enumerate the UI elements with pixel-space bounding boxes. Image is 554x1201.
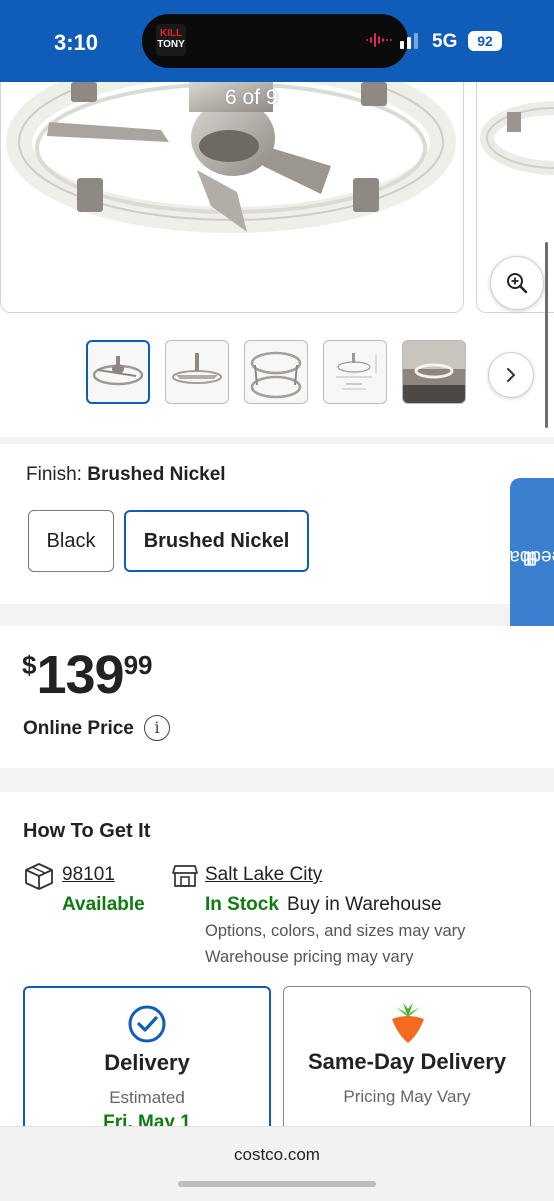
- thumbnail-4[interactable]: [323, 340, 387, 404]
- price-section: $13999 Online Price i: [0, 626, 554, 768]
- battery-icon: 92: [468, 31, 502, 51]
- feedback-tab[interactable]: Feedback: [490, 478, 554, 634]
- cellular-signal-icon: [400, 33, 418, 49]
- fan-thumbnail-image: [250, 351, 302, 399]
- price-cents: 99: [123, 650, 153, 680]
- zoom-button[interactable]: [490, 256, 544, 310]
- finish-selected-value: Brushed Nickel: [87, 464, 226, 485]
- magnifier-plus-icon: [507, 273, 528, 294]
- finish-option-black[interactable]: Black: [28, 510, 114, 572]
- fan-thumbnail-image: [172, 353, 222, 384]
- delivery-card-subtitle: Estimated: [109, 1088, 185, 1107]
- finish-label-prefix: Finish:: [26, 464, 82, 485]
- thumbnail-1[interactable]: [86, 340, 150, 404]
- ceiling-fan-image: [6, 82, 456, 233]
- product-image-main[interactable]: 6 of 9: [0, 82, 464, 313]
- product-gallery: 6 of 9: [0, 82, 554, 437]
- thumbnail-3[interactable]: [244, 340, 308, 404]
- price-value: $13999: [22, 644, 153, 706]
- how-to-get-section: How To Get It 98101 Available Salt Lake …: [0, 792, 554, 1146]
- warehouse-location-link[interactable]: Salt Lake City: [205, 864, 322, 886]
- how-to-get-title: How To Get It: [23, 820, 151, 842]
- now-playing-badge-line-2: TONY: [157, 39, 185, 50]
- price-currency: $: [22, 650, 37, 680]
- audio-waveform-icon: [366, 33, 392, 47]
- chevron-right-icon: [507, 368, 515, 382]
- thumbnail-2[interactable]: [165, 340, 229, 404]
- warehouse-stock-status: In Stock: [205, 894, 279, 915]
- online-availability-status: Available: [62, 894, 145, 915]
- scroll-indicator: [545, 242, 548, 428]
- same-day-card-subtitle: Pricing May Vary: [343, 1087, 471, 1106]
- finish-label: Finish: Brushed Nickel: [26, 464, 226, 486]
- carrot-icon: [392, 1003, 424, 1043]
- now-playing-badge-line-1: KILL: [159, 28, 183, 39]
- warehouse-note-options: Options, colors, and sizes may vary: [205, 922, 466, 940]
- warehouse-stock-note: Buy in Warehouse: [287, 894, 442, 915]
- browser-address-bar[interactable]: costco.com: [0, 1126, 554, 1201]
- checkmark-circle-icon: [128, 1005, 166, 1043]
- home-indicator: [178, 1181, 376, 1187]
- delivery-option-card[interactable]: Delivery Estimated Fri, May 1: [23, 986, 271, 1146]
- thumbnail-strip: [0, 338, 554, 408]
- fan-thumbnail-image: [92, 356, 144, 386]
- feedback-text: Feedback: [490, 546, 554, 567]
- delivery-card-title: Delivery: [104, 1050, 190, 1075]
- finish-option-label: Black: [46, 529, 96, 552]
- finish-option-label: Brushed Nickel: [143, 529, 290, 552]
- network-type: 5G: [432, 31, 458, 52]
- room-photo-thumbnail: [403, 341, 465, 403]
- info-icon[interactable]: i: [144, 715, 170, 741]
- next-thumbnails-button[interactable]: [488, 352, 534, 398]
- warehouse-store-icon: [172, 865, 198, 887]
- delivery-zip-link[interactable]: 98101: [62, 864, 115, 886]
- price-dollars: 139: [36, 645, 124, 705]
- finish-selector: Finish: Brushed Nickel Black Brushed Nic…: [0, 444, 554, 604]
- status-time: 3:10: [54, 30, 99, 55]
- same-day-card-title: Same-Day Delivery: [307, 1049, 507, 1074]
- package-icon: [25, 863, 53, 890]
- image-counter: 6 of 9: [225, 86, 278, 109]
- url-text[interactable]: costco.com: [0, 1145, 554, 1165]
- warehouse-note-pricing: Warehouse pricing may vary: [205, 948, 414, 966]
- dimension-diagram-thumbnail: [336, 353, 377, 390]
- same-day-delivery-card[interactable]: Same-Day Delivery Pricing May Vary: [283, 986, 531, 1146]
- status-bar: 3:10 KILL TONY 5G 92: [0, 0, 554, 82]
- thumbnail-5[interactable]: [402, 340, 466, 404]
- now-playing-badge: KILL TONY: [156, 24, 186, 56]
- online-price-label: Online Price: [23, 718, 134, 739]
- feedback-label: Feedback: [490, 545, 554, 567]
- finish-option-brushed-nickel[interactable]: Brushed Nickel: [124, 510, 309, 572]
